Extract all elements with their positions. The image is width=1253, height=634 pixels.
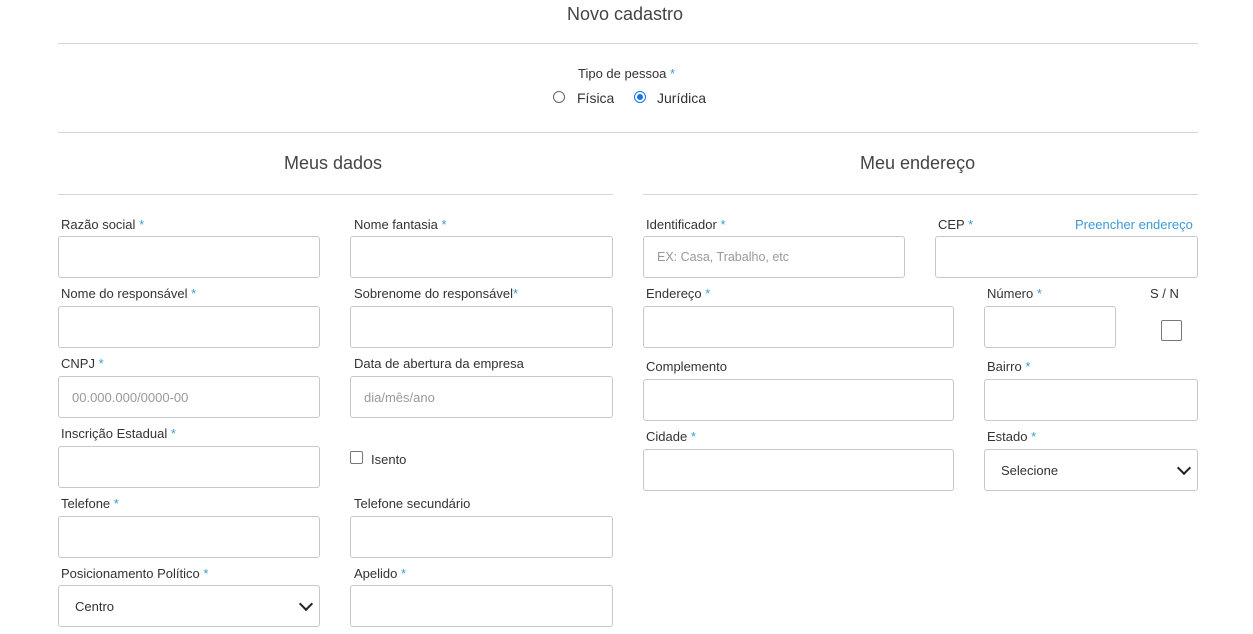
apelido-label: Apelido * <box>354 566 407 581</box>
posicionamento-selected-value: Centro <box>75 598 115 614</box>
posicionamento-label: Posicionamento Político * <box>61 566 209 581</box>
nome-responsavel-input[interactable] <box>58 306 320 348</box>
cep-label: CEP * <box>938 217 974 232</box>
chevron-down-icon <box>298 596 314 612</box>
telefone-label: Telefone * <box>61 496 119 511</box>
address-divider <box>643 194 1198 195</box>
data-abertura-input[interactable]: dia/mês/ano <box>350 376 613 418</box>
cnpj-input[interactable]: 00.000.000/0000-00 <box>58 376 320 418</box>
sobrenome-responsavel-label: Sobrenome do responsável* <box>354 286 519 301</box>
radio-juridica[interactable] <box>634 91 646 103</box>
fill-address-link[interactable]: Preencher endereço <box>1075 217 1193 232</box>
data-abertura-label: Data de abertura da empresa <box>354 356 524 371</box>
address-heading: Meu endereço <box>860 153 976 173</box>
inscricao-estadual-input[interactable] <box>58 446 320 488</box>
sobrenome-responsavel-input[interactable] <box>350 306 613 348</box>
endereco-label: Endereço * <box>646 286 711 301</box>
complemento-label: Complemento <box>646 359 727 374</box>
numero-input[interactable] <box>984 306 1116 348</box>
telefone-secundario-input[interactable] <box>350 516 613 558</box>
cidade-input[interactable] <box>643 449 954 491</box>
bairro-label: Bairro * <box>987 359 1031 374</box>
chevron-down-icon <box>1176 460 1192 476</box>
endereco-input[interactable] <box>643 306 954 348</box>
nome-fantasia-label: Nome fantasia * <box>354 217 447 232</box>
estado-selected-value: Selecione <box>1001 462 1059 478</box>
cep-input[interactable] <box>935 236 1198 278</box>
sn-label: S / N <box>1150 286 1179 301</box>
posicionamento-select[interactable]: Centro <box>58 585 320 627</box>
page-title: Novo cadastro <box>567 4 684 24</box>
title-divider <box>58 43 1198 44</box>
telefone-secundario-label: Telefone secundário <box>354 496 471 511</box>
bairro-input[interactable] <box>984 379 1198 421</box>
estado-label: Estado * <box>987 429 1037 444</box>
radio-fisica-label: Física <box>577 90 615 106</box>
inscricao-estadual-label: Inscrição Estadual * <box>61 426 176 441</box>
nome-responsavel-label: Nome do responsável * <box>61 286 197 301</box>
person-type-label: Tipo de pessoa * <box>578 66 676 81</box>
identificador-input[interactable]: EX: Casa, Trabalho, etc <box>643 236 905 278</box>
cnpj-label: CNPJ * <box>61 356 104 371</box>
sn-checkbox[interactable] <box>1161 320 1182 341</box>
numero-label: Número * <box>987 286 1042 301</box>
isento-checkbox[interactable] <box>350 451 363 464</box>
my-data-heading: Meus dados <box>284 153 383 173</box>
radio-fisica[interactable] <box>553 91 565 103</box>
radio-juridica-label: Jurídica <box>657 90 707 106</box>
razao-social-label: Razão social * <box>61 217 145 232</box>
complemento-input[interactable] <box>643 379 954 421</box>
cidade-label: Cidade * <box>646 429 696 444</box>
my-data-divider <box>58 194 613 195</box>
razao-social-input[interactable] <box>58 236 320 278</box>
isento-label: Isento <box>371 452 407 467</box>
estado-select[interactable]: Selecione <box>984 449 1198 491</box>
person-type-divider <box>58 132 1198 133</box>
identificador-label: Identificador * <box>646 217 726 232</box>
telefone-input[interactable] <box>58 516 320 558</box>
nome-fantasia-input[interactable] <box>350 236 613 278</box>
apelido-input[interactable] <box>350 585 613 627</box>
